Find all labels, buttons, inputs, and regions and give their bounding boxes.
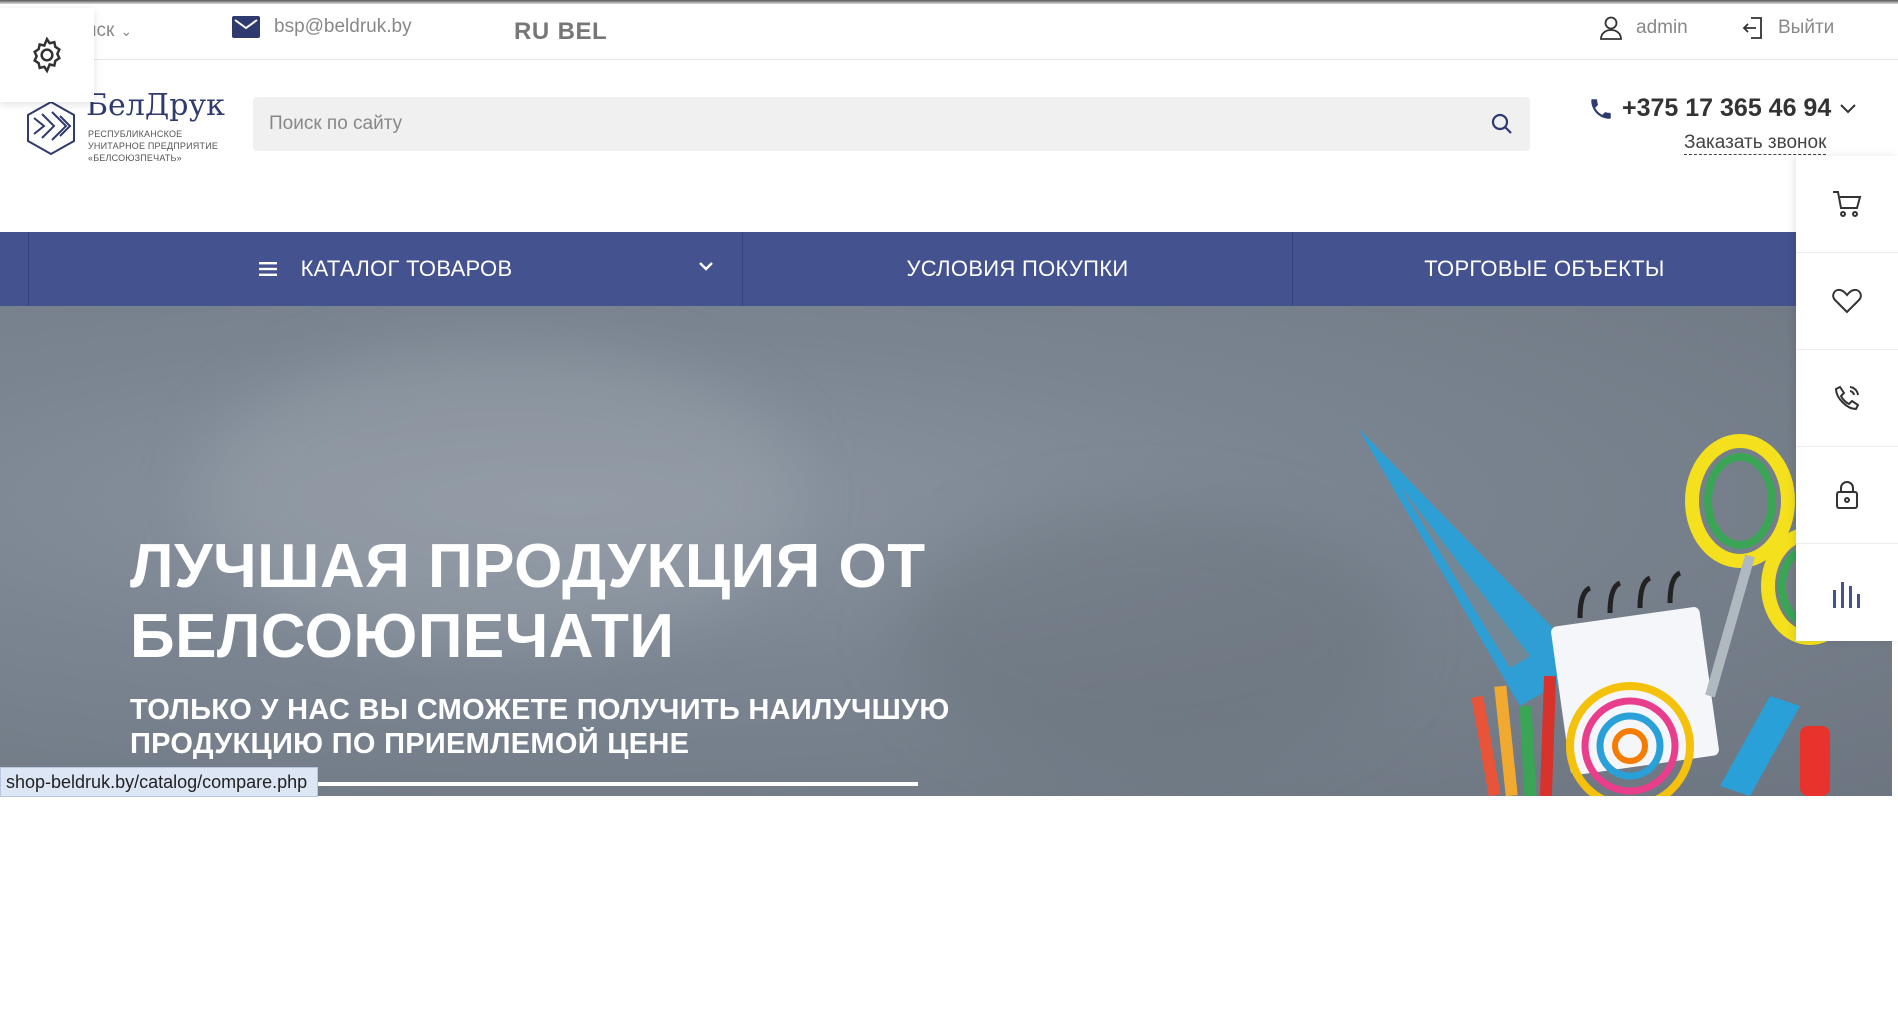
logo-mark-icon — [27, 100, 75, 156]
phone-icon — [1591, 98, 1611, 119]
favorites-button[interactable] — [1796, 253, 1898, 350]
search-input[interactable] — [253, 97, 1473, 151]
cart-button[interactable] — [1796, 156, 1898, 253]
phone-call-icon — [1834, 385, 1860, 411]
account-button[interactable] — [1796, 447, 1898, 544]
hero-title: ЛУЧШАЯ ПРОДУКЦИЯ ОТ БЕЛСОЮПЕЧАТИ — [130, 532, 926, 671]
search-box — [253, 97, 1530, 151]
chevron-down-icon — [1840, 103, 1856, 113]
nav-shops-label: ТОРГОВЫЕ ОБЪЕКТЫ — [1424, 256, 1665, 281]
email-link[interactable]: bsp@beldruk.by — [232, 16, 412, 38]
nav-catalog[interactable]: КАТАЛОГ ТОВАРОВ — [28, 232, 742, 306]
top-bar: нск ⌄ bsp@beldruk.by RU BEL admin Выйти — [0, 4, 1898, 60]
settings-button[interactable] — [0, 8, 94, 102]
cart-icon — [1833, 191, 1862, 217]
user-icon — [1600, 16, 1622, 40]
callback-button[interactable] — [1796, 350, 1898, 447]
logout-label: Выйти — [1778, 17, 1835, 38]
main-nav: КАТАЛОГ ТОВАРОВ УСЛОВИЯ ПОКУПКИ ТОРГОВЫЕ… — [0, 232, 1796, 306]
lang-ru[interactable]: RU — [514, 18, 550, 45]
gear-icon — [33, 36, 61, 74]
language-switcher: RU BEL — [514, 18, 615, 46]
hero-banner[interactable]: ЛУЧШАЯ ПРОДУКЦИЯ ОТ БЕЛСОЮПЕЧАТИ ТОЛЬКО … — [0, 306, 1892, 796]
nav-shops[interactable]: ТОРГОВЫЕ ОБЪЕКТЫ — [1292, 232, 1796, 306]
phone-number: +375 17 365 46 94 — [1622, 94, 1832, 122]
chevron-down-icon — [699, 262, 713, 271]
heart-icon — [1832, 288, 1862, 314]
menu-icon — [258, 262, 277, 276]
hero-underline — [300, 782, 918, 786]
nav-catalog-label: КАТАЛОГ ТОВАРОВ — [300, 256, 513, 281]
hero-subtitle: ТОЛЬКО У НАС ВЫ СМОЖЕТЕ ПОЛУЧИТЬ НАИЛУЧШ… — [130, 694, 950, 760]
logo-name: БелДрук — [86, 88, 225, 123]
lang-bel[interactable]: BEL — [558, 18, 608, 45]
mail-icon — [232, 16, 260, 38]
user-link[interactable]: admin — [1600, 16, 1688, 40]
logout-link[interactable]: Выйти — [1742, 16, 1834, 40]
email-text: bsp@beldruk.by — [274, 16, 412, 37]
logout-icon — [1742, 17, 1762, 39]
status-url-tooltip: shop-beldruk.by/catalog/compare.php — [0, 767, 319, 797]
user-name: admin — [1636, 17, 1688, 38]
chevron-down-icon: ⌄ — [120, 23, 133, 39]
compare-icon — [1833, 581, 1860, 608]
logo-subtitle: РЕСПУБЛИКАНСКОЕ УНИТАРНОЕ ПРЕДПРИЯТИЕ «Б… — [88, 129, 219, 163]
side-panel — [1796, 156, 1898, 641]
nav-terms[interactable]: УСЛОВИЯ ПОКУПКИ — [742, 232, 1292, 306]
callback-link[interactable]: Заказать звонок — [1684, 132, 1827, 155]
phone-block[interactable]: +375 17 365 46 94 — [1588, 94, 1857, 123]
lock-icon — [1836, 481, 1858, 509]
compare-button[interactable] — [1796, 544, 1898, 641]
nav-terms-label: УСЛОВИЯ ПОКУПКИ — [906, 256, 1129, 281]
search-icon[interactable] — [1490, 112, 1514, 136]
